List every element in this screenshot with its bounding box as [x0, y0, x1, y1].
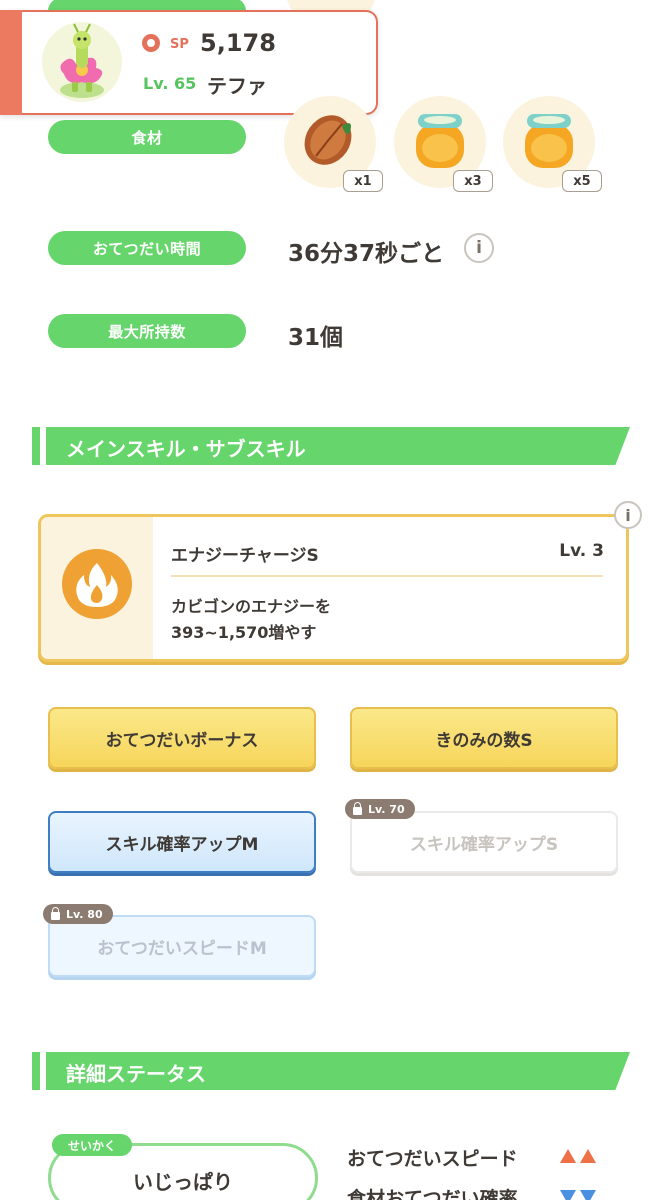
help-time-info-icon[interactable]: i	[464, 233, 494, 263]
pokemon-name: テファ	[207, 74, 267, 98]
nature-badge: せいかく	[52, 1134, 133, 1156]
profile-accent-stripe	[0, 10, 22, 115]
unlock-level-80: Lv. 80	[66, 907, 103, 921]
main-skill-divider	[171, 575, 603, 577]
ingredient-count-1: x1	[343, 170, 383, 192]
lock-icon	[51, 906, 60, 920]
up-arrow-icon	[580, 1149, 596, 1163]
sub-skill-berry-count-s[interactable]: きのみの数S	[350, 707, 618, 769]
unlock-level-70: Lv. 70	[368, 802, 405, 816]
pokemon-avatar	[42, 22, 122, 102]
nature-down-stat: 食材おてつだい確率	[347, 1188, 518, 1200]
pokemon-level: Lv. 65	[143, 74, 197, 93]
section-tick	[32, 1052, 40, 1090]
max-carry-value: 31個	[288, 325, 344, 351]
help-time-value: 36分37秒ごと	[288, 241, 445, 267]
ingredients-label: 食材	[48, 120, 246, 154]
down-arrow-icon	[560, 1190, 576, 1200]
down-arrows	[560, 1190, 596, 1200]
help-time-label: おてつだい時間	[48, 231, 246, 265]
nature-value: いじっぱり	[133, 1170, 233, 1194]
main-skill-card[interactable]: エナジーチャージS Lv. 3 カビゴンのエナジーを 393~1,570増やす …	[38, 501, 642, 662]
nature-up-stat: おてつだいスピード	[347, 1148, 518, 1170]
detail-section-title: 詳細ステータス	[66, 1062, 206, 1086]
down-arrow-icon	[580, 1190, 596, 1200]
ingredient-count-3: x5	[562, 170, 602, 192]
up-arrow-icon	[560, 1149, 576, 1163]
main-skill-level: Lv. 3	[559, 541, 604, 561]
sp-label: SP	[170, 37, 189, 52]
sub-skill-skill-trigger-s-locked[interactable]: スキル確率アップS	[350, 811, 618, 873]
sub-skill-helping-speed-m-locked[interactable]: おてつだいスピードM	[48, 915, 316, 977]
main-skill-desc-line2: 393~1,570増やす	[171, 623, 317, 642]
sp-ball-icon	[142, 34, 160, 52]
max-carry-label: 最大所持数	[48, 314, 246, 348]
main-skill-info-icon[interactable]: i	[614, 501, 642, 529]
unlock-level-badge-80: Lv. 80	[43, 904, 113, 924]
detail-section-header: 詳細ステータス	[32, 1052, 630, 1090]
skills-section-title: メインスキル・サブスキル	[66, 437, 306, 461]
flame-icon	[62, 549, 132, 619]
main-skill-name: エナジーチャージS	[171, 546, 319, 566]
ingredient-count-2: x3	[453, 170, 493, 192]
main-skill-icon-panel	[41, 517, 153, 659]
sub-skill-helping-bonus[interactable]: おてつだいボーナス	[48, 707, 316, 769]
skills-section-header: メインスキル・サブスキル	[32, 427, 630, 465]
section-tick	[32, 427, 40, 465]
sp-value: 5,178	[200, 29, 276, 57]
unlock-level-badge-70: Lv. 70	[345, 799, 415, 819]
sub-skill-skill-trigger-m[interactable]: スキル確率アップM	[48, 811, 316, 873]
lock-icon	[353, 801, 362, 815]
main-skill-desc-line1: カビゴンのエナジーを	[171, 597, 332, 616]
up-arrows	[560, 1149, 596, 1163]
